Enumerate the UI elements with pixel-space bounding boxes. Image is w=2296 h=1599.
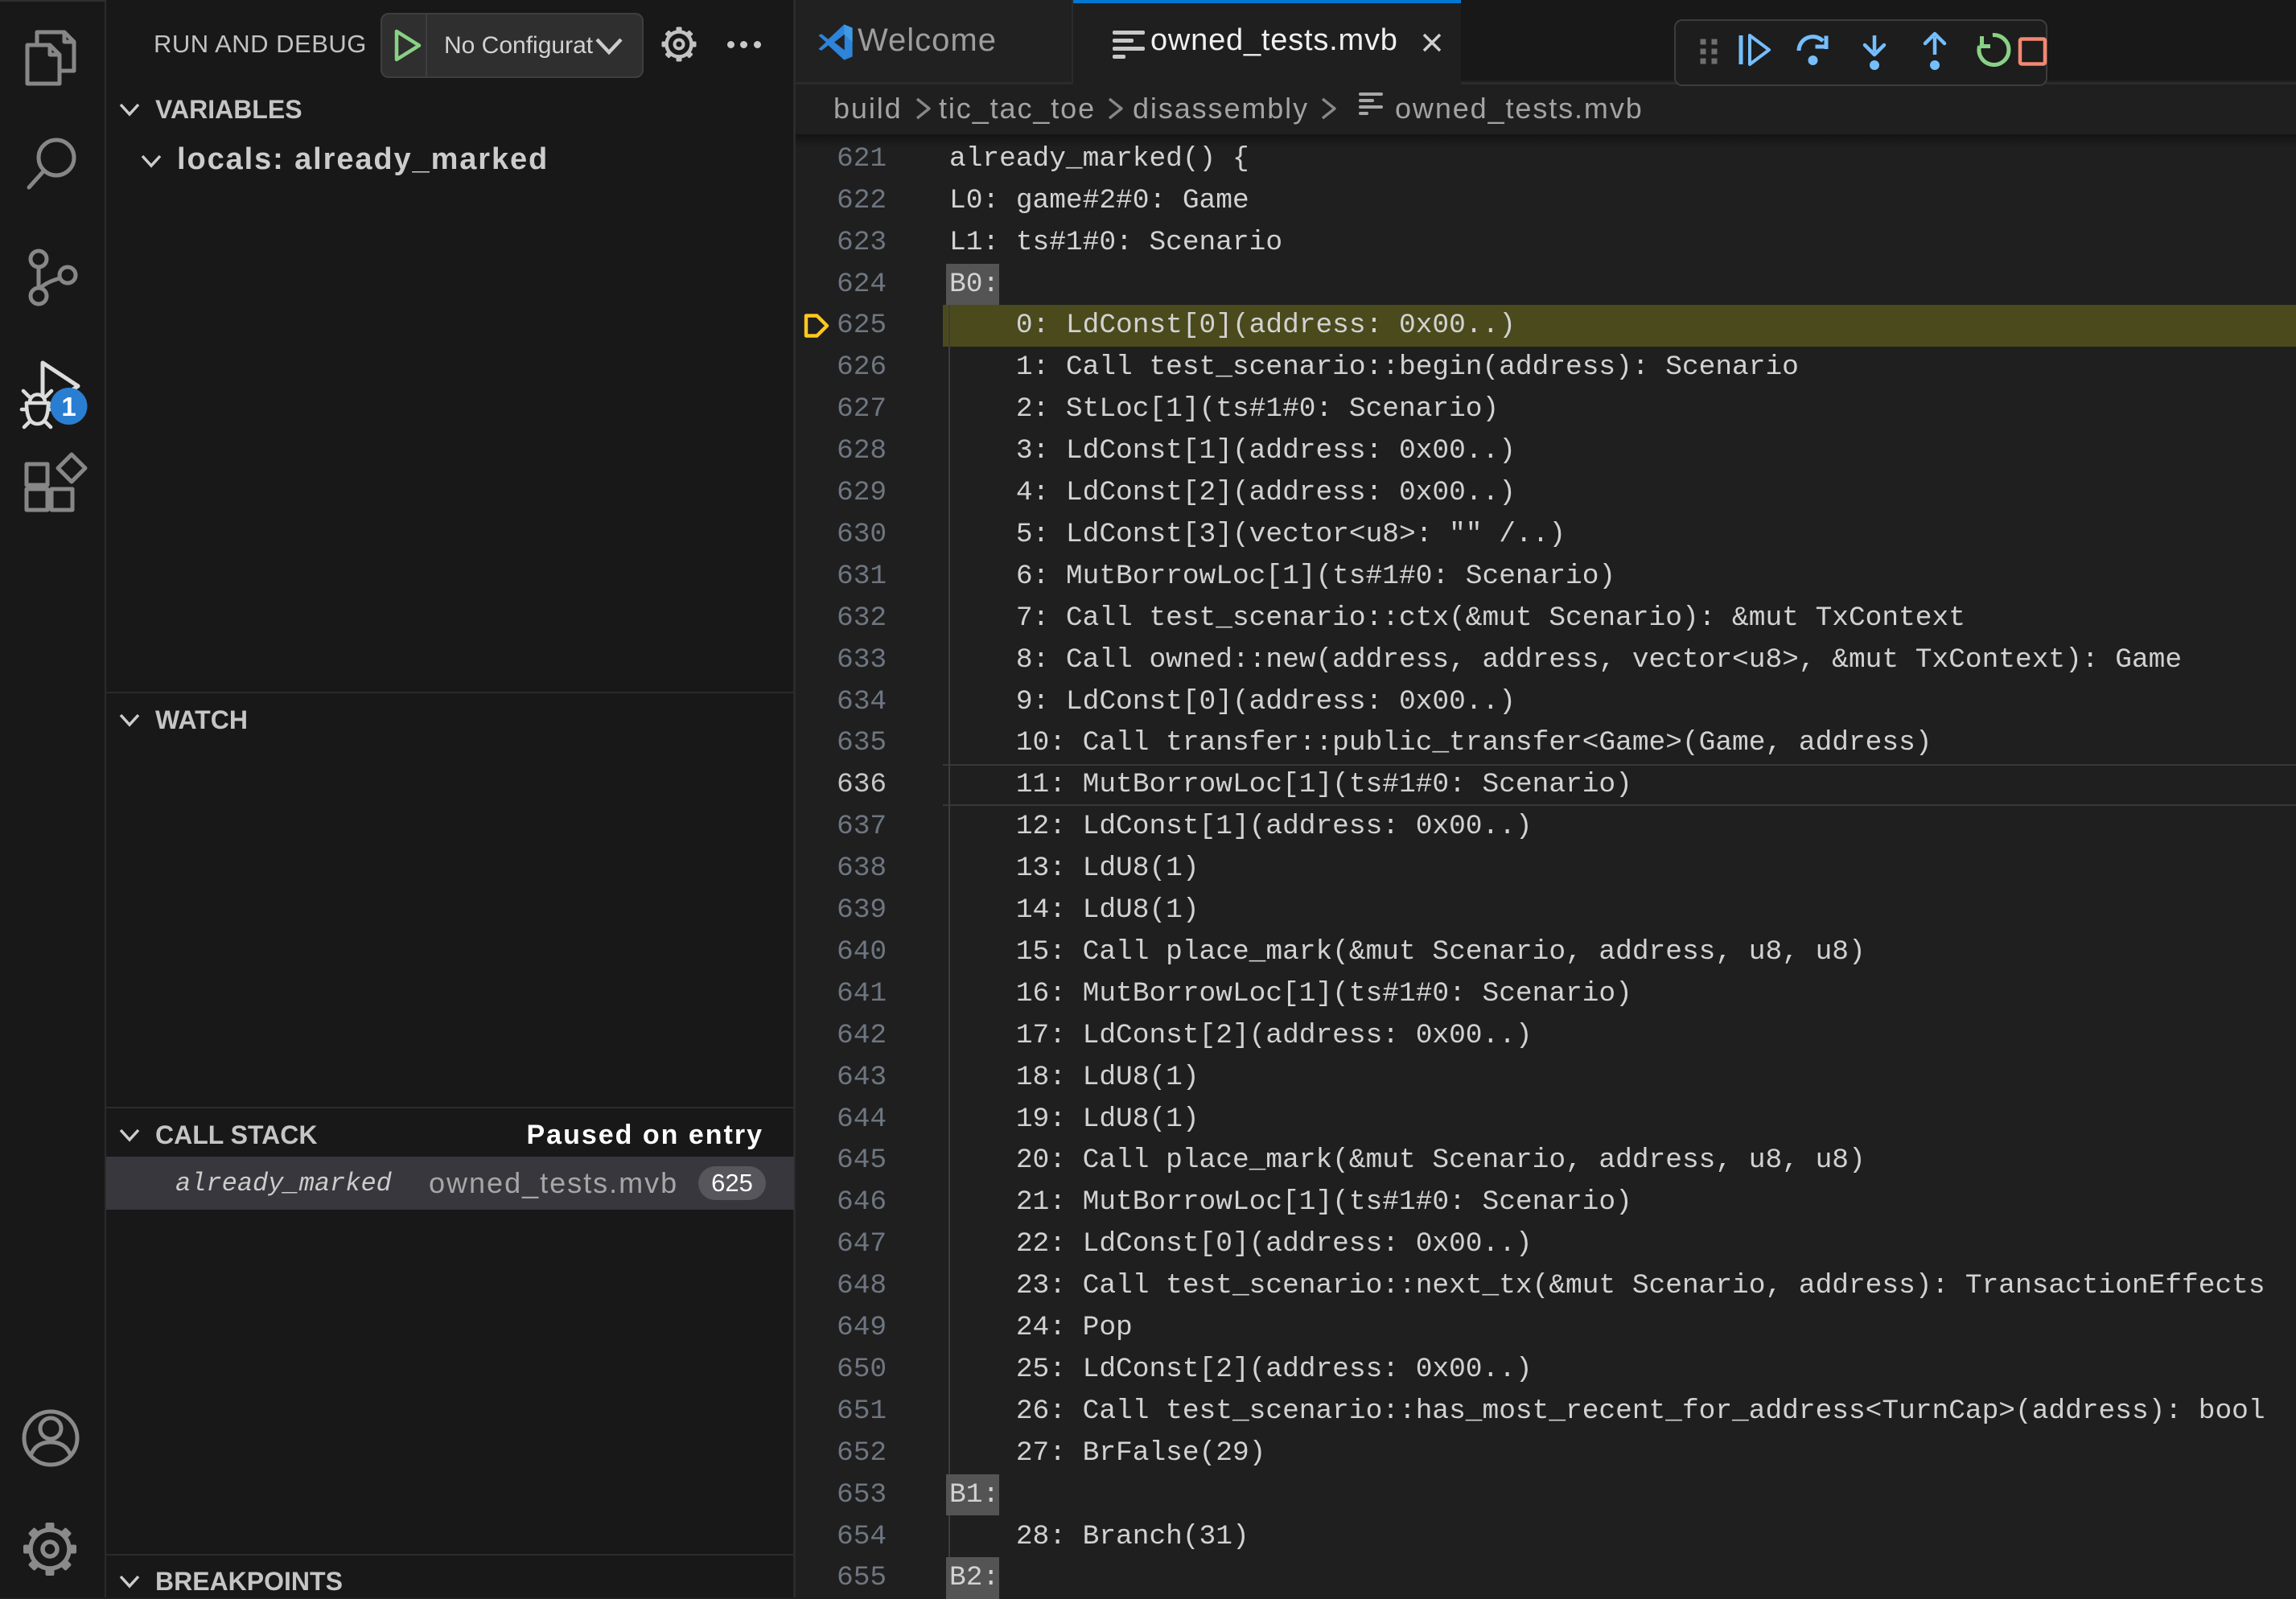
svg-text:1: 1 <box>61 392 76 421</box>
